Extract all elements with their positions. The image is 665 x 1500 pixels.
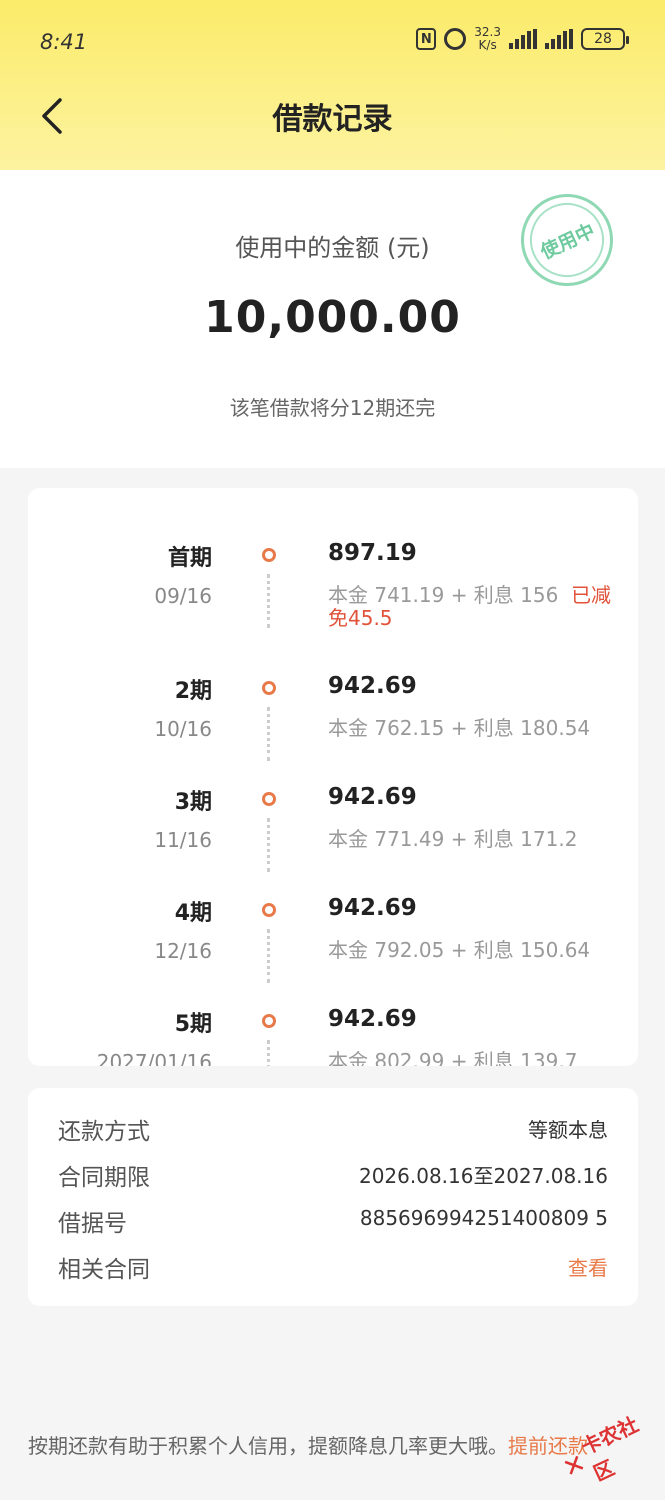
installment-period: 4期 — [174, 901, 212, 926]
receipt-no-value: 885696994251400809 5 — [359, 1206, 608, 1230]
installment-detail: 本金 762.15 + 利息 180.54 — [328, 716, 591, 740]
timeline-line — [267, 1040, 270, 1066]
loan-summary: 使用中的金额 (元) 10,000.00 该笔借款将分12期还完 使用中 — [0, 170, 665, 468]
status-bar: 8:41 N 32.3 K/s 28 — [0, 22, 665, 62]
watermark: ✕ 卡农社区 — [552, 1402, 665, 1499]
installment-date: 10/16 — [154, 717, 212, 741]
receipt-no-label: 借据号 — [58, 1211, 127, 1237]
contract-period-value: 2026.08.16至2027.08.16 — [358, 1164, 608, 1188]
repay-method-value: 等额本息 — [528, 1118, 608, 1142]
top-bar: 8:41 N 32.3 K/s 28 借款记录 — [0, 0, 665, 170]
page-title: 借款记录 — [272, 102, 393, 137]
battery-icon: 28 — [581, 28, 629, 50]
info-row-receipt-no: 借据号 885696994251400809 5 — [58, 1200, 608, 1240]
status-icons: N 32.3 K/s 28 — [416, 26, 629, 52]
alarm-icon — [444, 28, 467, 50]
signal-icon — [545, 29, 573, 49]
installment-date: 09/16 — [154, 584, 212, 608]
installment-date: 12/16 — [154, 939, 212, 963]
info-row-repay-method: 还款方式 等额本息 — [58, 1108, 608, 1148]
net-speed: 32.3 K/s — [474, 26, 501, 52]
signal-icon — [509, 29, 537, 49]
related-contract-label: 相关合同 — [58, 1257, 150, 1283]
nfc-icon: N — [416, 28, 437, 50]
timeline-dot-icon — [262, 903, 276, 917]
info-row-related-contract: 相关合同 查看 — [58, 1246, 608, 1286]
timeline-dot-icon — [262, 792, 276, 806]
timeline-line — [267, 707, 270, 761]
installment-period: 2期 — [174, 679, 212, 704]
installment-period: 5期 — [174, 1012, 212, 1037]
installment-date: 11/16 — [154, 828, 212, 852]
repay-method-label: 还款方式 — [58, 1119, 150, 1145]
installment-amount: 942.69 — [328, 1006, 417, 1032]
view-contract-link[interactable]: 查看 — [568, 1252, 608, 1281]
installment-amount: 942.69 — [328, 895, 417, 921]
timeline-line — [267, 574, 270, 628]
installment-detail: 本金 741.19 + 利息 156 已减免45.5 — [328, 584, 618, 630]
net-speed-unit: K/s — [478, 38, 497, 52]
footer-text: 按期还款有助于积累个人信用，提额降息几率更大哦。 — [28, 1434, 508, 1458]
timeline-line — [267, 818, 270, 872]
installment-amount: 942.69 — [328, 673, 417, 699]
contract-period-label: 合同期限 — [58, 1165, 150, 1191]
info-row-contract-period: 合同期限 2026.08.16至2027.08.16 — [58, 1154, 608, 1194]
timeline-dot-icon — [262, 1014, 276, 1028]
status-time: 8:41 — [40, 30, 88, 54]
installment-amount: 942.69 — [328, 784, 417, 810]
installment-period: 首期 — [167, 546, 212, 571]
repayment-schedule: 首期 09/16 897.19 本金 741.19 + 利息 156 已减免45… — [28, 488, 638, 1066]
installment-note: 该笔借款将分12期还完 — [229, 396, 436, 420]
installment-amount: 897.19 — [328, 540, 417, 566]
installment-detail: 本金 802.99 + 利息 139.7 — [328, 1049, 578, 1067]
installment-detail: 本金 792.05 + 利息 150.64 — [328, 938, 591, 962]
stamp-text: 使用中 — [517, 190, 617, 290]
installment-detail: 本金 771.49 + 利息 171.2 — [328, 827, 578, 851]
timeline-dot-icon — [262, 548, 276, 562]
timeline-dot-icon — [262, 681, 276, 695]
nav-bar: 借款记录 — [0, 88, 665, 142]
amount-in-use-value: 10,000.00 — [204, 292, 461, 343]
loan-info-card: 还款方式 等额本息 合同期限 2026.08.16至2027.08.16 借据号… — [28, 1088, 638, 1306]
in-use-stamp: 使用中 — [505, 178, 629, 302]
principal-interest: 本金 741.19 + 利息 156 — [328, 583, 559, 607]
installment-date: 2027/01/16 — [96, 1050, 212, 1066]
battery-level: 28 — [594, 31, 612, 47]
timeline-line — [267, 929, 270, 983]
net-speed-value: 32.3 — [474, 25, 501, 39]
installment-period: 3期 — [174, 790, 212, 815]
